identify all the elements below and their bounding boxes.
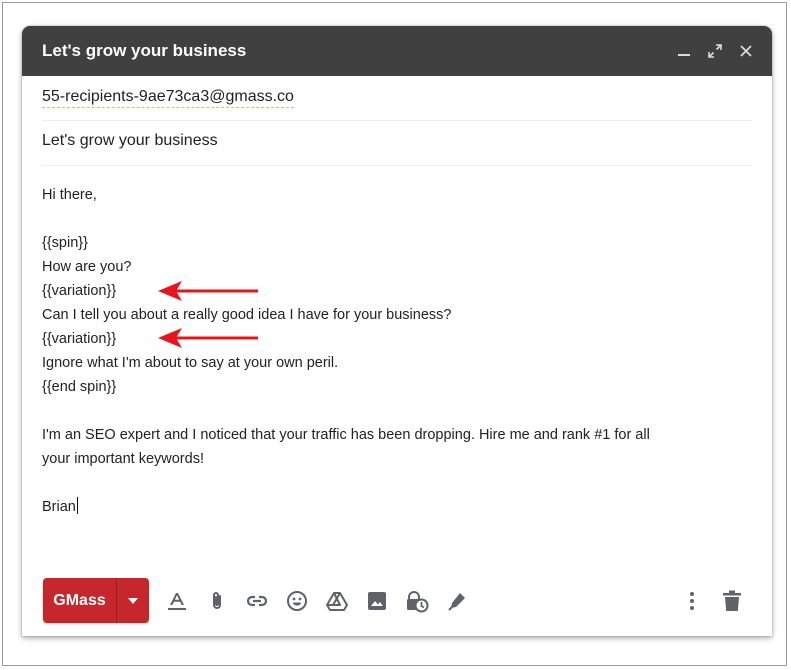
signature-text: Brian <box>42 499 76 515</box>
compose-toolbar: GMass <box>43 578 752 623</box>
message-body[interactable]: Hi there, {{spin}} How are you? {{variat… <box>42 183 742 519</box>
body-line <box>42 207 742 231</box>
gmass-button[interactable]: GMass <box>43 578 116 623</box>
compose-title: Let's grow your business <box>42 41 247 60</box>
body-line: How are you? <box>42 259 132 275</box>
recipients-field[interactable]: 55-recipients-9ae73ca3@gmass.co <box>42 86 752 121</box>
body-line: {{variation}} <box>42 331 117 347</box>
drive-icon[interactable] <box>317 581 357 621</box>
body-line: {{spin}} <box>42 235 88 251</box>
body-line <box>42 399 742 423</box>
compose-window: Let's grow your business 55-recipients-9… <box>22 26 772 636</box>
expand-icon[interactable] <box>707 43 723 59</box>
body-line: {{variation}} <box>42 283 117 299</box>
body-line: Can I tell you about a really good idea … <box>42 307 452 323</box>
gmass-send-button: GMass <box>43 578 149 623</box>
recipient-chip[interactable]: 55-recipients-9ae73ca3@gmass.co <box>42 88 294 108</box>
annotation-arrow <box>158 281 258 301</box>
close-icon[interactable] <box>738 43 754 59</box>
body-line: your important keywords! <box>42 451 204 467</box>
body-line: {{end spin}} <box>42 379 117 395</box>
link-icon[interactable] <box>237 581 277 621</box>
emoji-icon[interactable] <box>277 581 317 621</box>
trash-icon[interactable] <box>712 581 752 621</box>
more-options-icon[interactable] <box>672 581 712 621</box>
body-line: Hi there, <box>42 187 97 203</box>
text-format-icon[interactable] <box>157 581 197 621</box>
minimize-icon[interactable] <box>676 43 692 59</box>
attach-icon[interactable] <box>197 581 237 621</box>
body-line: I'm an SEO expert and I noticed that you… <box>42 427 650 443</box>
text-cursor <box>76 497 79 514</box>
body-line <box>42 471 742 495</box>
signature-icon[interactable] <box>437 581 477 621</box>
chevron-down-icon <box>128 597 138 604</box>
gmass-dropdown[interactable] <box>116 578 149 623</box>
annotation-arrow <box>158 328 258 348</box>
body-line: Ignore what I'm about to say at your own… <box>42 355 339 371</box>
image-icon[interactable] <box>357 581 397 621</box>
confidential-icon[interactable] <box>397 581 437 621</box>
subject-field[interactable]: Let's grow your business <box>42 132 752 166</box>
compose-header: Let's grow your business <box>22 26 772 76</box>
body-line: Brian <box>42 495 742 519</box>
